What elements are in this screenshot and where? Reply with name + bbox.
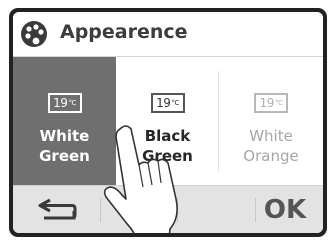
preview-temperature: 19 <box>156 96 171 110</box>
preview-temperature: 19 <box>259 96 275 110</box>
option-label-line2: Green <box>39 147 90 165</box>
option-label-line1: Black <box>144 127 191 145</box>
preview-unit: °C <box>274 98 283 107</box>
option-label-line2: Orange <box>243 147 299 165</box>
back-arrow-icon <box>38 198 77 220</box>
ok-button[interactable]: OK <box>255 190 315 230</box>
footer-separator <box>177 198 178 222</box>
option-label: White Green <box>13 126 116 166</box>
palette-icon <box>21 21 47 47</box>
option-white-green[interactable]: 19 °C White Green <box>13 57 116 185</box>
preview-temperature: 19 <box>53 96 68 110</box>
screen: Appearence 19 °C White Green 19 °C Black G… <box>13 12 323 233</box>
thermostat-device-frame: Appearence 19 °C White Green 19 °C Black G… <box>9 8 327 237</box>
appearance-options: 19 °C White Green 19 °C Black Green 19 °… <box>13 57 323 185</box>
option-label-line1: White <box>39 127 90 145</box>
preview-unit: °C <box>171 98 179 107</box>
thermostat-preview-icon: 19 °C <box>150 93 185 113</box>
thermostat-preview-icon: 19 °C <box>47 93 82 113</box>
option-white-orange[interactable]: 19 °C White Orange <box>219 57 323 185</box>
back-button[interactable] <box>29 192 83 228</box>
option-label-line1: White <box>249 127 293 145</box>
page-title: Appearence <box>60 21 188 43</box>
footer-separator <box>100 198 101 222</box>
option-label: Black Green <box>116 126 219 166</box>
footer-bar: OK <box>13 185 323 233</box>
thermostat-preview-icon: 19 °C <box>254 93 288 113</box>
option-label-line2: Green <box>142 147 193 165</box>
option-label: White Orange <box>219 126 323 166</box>
preview-unit: °C <box>68 98 76 107</box>
header-bar: Appearence <box>13 12 323 57</box>
option-black-green[interactable]: 19 °C Black Green <box>116 57 219 185</box>
